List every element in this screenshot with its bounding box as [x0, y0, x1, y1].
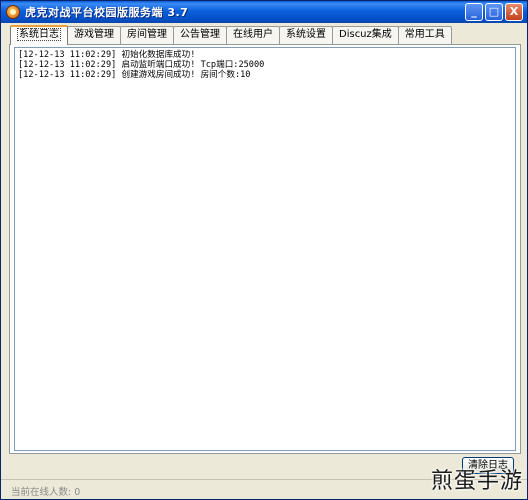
tab-system-settings[interactable]: 系统设置: [279, 26, 333, 44]
window-title: 虎克对战平台校园版服务端 3.7: [25, 6, 189, 19]
maximize-button[interactable]: □: [485, 3, 503, 21]
tab-system-log[interactable]: 系统日志: [10, 25, 68, 45]
tab-discuz-integration[interactable]: Discuz集成: [332, 26, 399, 44]
tab-panel: [12-12-13 11:02:29] 初始化数据库成功! [12-12-13 …: [9, 44, 521, 454]
title-bar[interactable]: 虎克对战平台校园版服务端 3.7 _ □ X: [1, 1, 527, 23]
log-line: [12-12-13 11:02:29] 创建游戏房间成功! 房间个数:10: [18, 70, 251, 80]
log-line: [12-12-13 11:02:29] 初始化数据库成功!: [18, 50, 196, 60]
tab-bar: 系统日志 游戏管理 房间管理 公告管理 在线用户 系统设置 Discuz集成 常…: [10, 25, 452, 45]
close-button[interactable]: X: [505, 3, 523, 21]
watermark: 煎蛋手游: [430, 469, 523, 494]
tab-label: 系统日志: [17, 28, 61, 41]
tab-common-tools[interactable]: 常用工具: [397, 26, 452, 44]
main-window: 虎克对战平台校园版服务端 3.7 _ □ X 系统日志 游戏管理 房间管理 公告…: [0, 0, 528, 500]
tab-announcement-management[interactable]: 公告管理: [173, 26, 227, 44]
minimize-button[interactable]: _: [465, 3, 483, 21]
log-textarea[interactable]: [12-12-13 11:02:29] 初始化数据库成功! [12-12-13 …: [14, 47, 516, 451]
tab-room-management[interactable]: 房间管理: [120, 26, 174, 44]
tab-online-users[interactable]: 在线用户: [226, 26, 280, 44]
online-count: 当前在线人数: 0: [11, 487, 81, 498]
app-icon: [6, 5, 20, 19]
window-controls: _ □ X: [465, 3, 523, 21]
tab-game-management[interactable]: 游戏管理: [67, 26, 121, 44]
log-line: [12-12-13 11:02:29] 启动监听端口成功! Tcp端口:2500…: [18, 60, 265, 70]
